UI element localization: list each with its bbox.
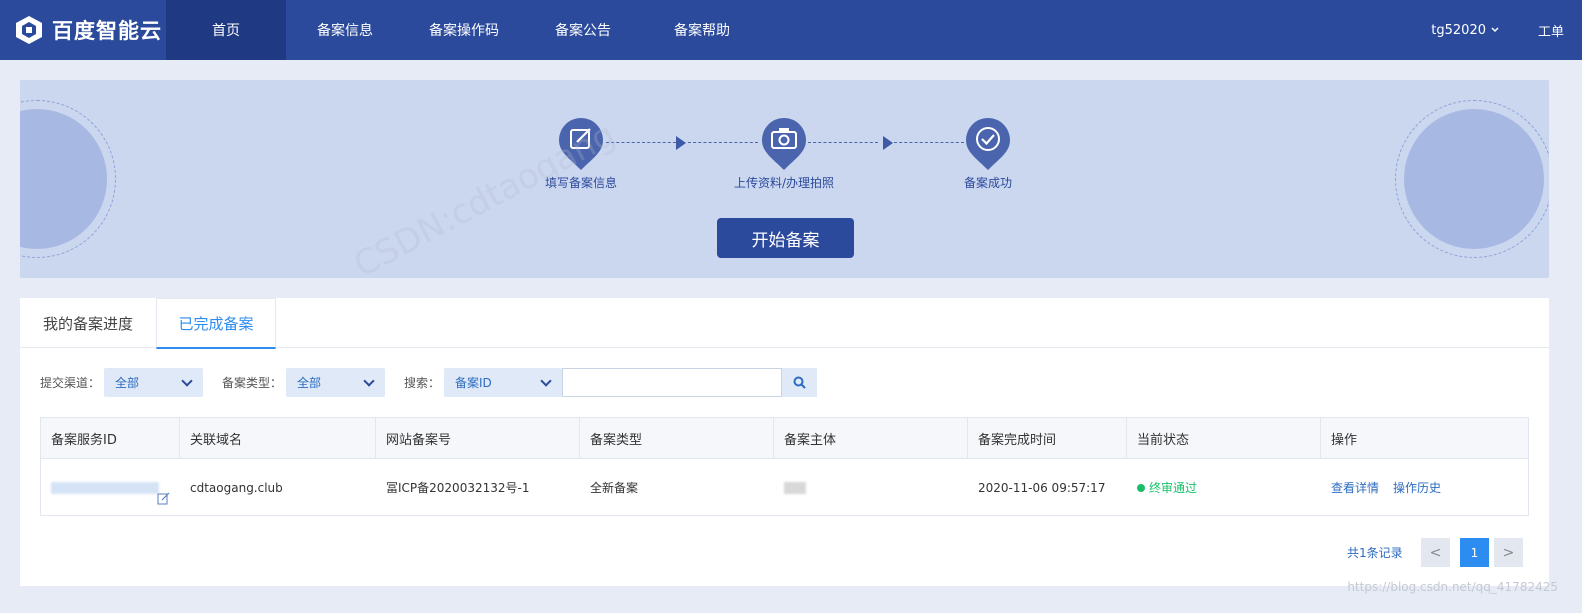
search-label: 搜索：: [404, 376, 441, 390]
cell-icp-number: 冨ICP备2020032132号-1: [386, 481, 530, 495]
filing-banner: 填写备案信息 上传资料/办理拍照 备案成功 开始备案: [20, 80, 1549, 278]
arrow-right-icon: [883, 136, 893, 150]
pager-total: 共1条记录: [1347, 546, 1403, 560]
tab-my-progress[interactable]: 我的备案进度: [20, 298, 156, 348]
cell-status: 终审通过: [1127, 459, 1321, 516]
col-icp-number: 网站备案号: [376, 418, 580, 459]
search-button[interactable]: [782, 368, 817, 397]
cloud-logo-icon: [16, 16, 42, 44]
tab-completed[interactable]: 已完成备案: [156, 298, 276, 349]
check-circle-icon: [966, 118, 1010, 170]
col-finish-time: 备案完成时间: [968, 418, 1127, 459]
history-link[interactable]: 操作历史: [1393, 479, 1441, 496]
step-label: 备案成功: [963, 176, 1012, 190]
table-row: cdtaogang.club 冨ICP备2020032132号-1 全新备案 2…: [41, 459, 1528, 516]
channel-select[interactable]: 全部: [104, 368, 203, 397]
headset-agent-icon: [1404, 109, 1544, 249]
type-select-value: 全部: [297, 376, 322, 390]
subject-redacted: [784, 481, 806, 494]
nav-ticket[interactable]: 工单: [1538, 0, 1564, 60]
step-label: 填写备案信息: [544, 176, 617, 190]
edit-icon[interactable]: [157, 492, 170, 505]
col-domain: 关联域名: [180, 418, 376, 459]
start-filing-button[interactable]: 开始备案: [717, 218, 854, 258]
col-status: 当前状态: [1127, 418, 1321, 459]
search-field-select[interactable]: 备案ID: [444, 368, 562, 397]
step-upload: 上传资料/办理拍照: [724, 116, 844, 191]
step-connector: [808, 142, 878, 143]
col-type: 备案类型: [580, 418, 774, 459]
table-header: 备案服务ID 关联域名 网站备案号 备案类型 备案主体 备案完成时间 当前状态 …: [41, 418, 1528, 459]
cell-subject: [774, 459, 968, 516]
col-actions: 操作: [1331, 433, 1358, 448]
cell-domain: cdtaogang.club: [190, 480, 283, 495]
cell-finish-time: 2020-11-06 09:57:17: [978, 480, 1106, 495]
brand-name: 百度智能云: [52, 19, 162, 43]
source-url-watermark: https://blog.csdn.net/qq_41782425: [1347, 580, 1558, 594]
status-text: 终审通过: [1149, 481, 1198, 495]
document-icon: [20, 109, 107, 249]
channel-select-value: 全部: [115, 376, 140, 390]
brand-logo[interactable]: 百度智能云: [0, 0, 166, 60]
tab-bar: 我的备案进度 已完成备案: [20, 298, 1549, 349]
user-name: tg52020: [1431, 22, 1486, 38]
col-service-id: 备案服务ID: [41, 418, 180, 459]
edit-icon: [559, 118, 603, 170]
pager-prev-button[interactable]: <: [1421, 538, 1450, 567]
camera-icon: [762, 118, 806, 170]
channel-label: 提交渠道：: [40, 376, 101, 390]
search-input[interactable]: [562, 368, 782, 397]
chevron-down-icon: [363, 375, 375, 387]
pager-next-button[interactable]: >: [1494, 538, 1523, 567]
cell-type: 全新备案: [590, 481, 639, 495]
top-nav: 百度智能云 首页 备案信息 备案操作码 备案公告 备案帮助 tg52020 工单: [0, 0, 1582, 60]
document-illustration: [20, 100, 116, 258]
chevron-down-icon: [540, 375, 552, 387]
nav-record-code[interactable]: 备案操作码: [404, 0, 524, 60]
step-connector: [606, 142, 676, 143]
support-illustration: [1395, 100, 1549, 258]
pager-page-button[interactable]: 1: [1460, 538, 1489, 567]
status-dot-icon: [1137, 483, 1145, 492]
step-label: 上传资料/办理拍照: [733, 176, 835, 190]
cell-actions: 查看详情 操作历史: [1321, 459, 1528, 516]
nav-home[interactable]: 首页: [166, 0, 286, 60]
chevron-down-icon: [181, 375, 193, 387]
cell-service-id: [41, 459, 180, 516]
nav-announcement[interactable]: 备案公告: [524, 0, 642, 60]
step-success: 备案成功: [928, 116, 1048, 191]
service-id-redacted: [51, 481, 159, 494]
filing-table: 备案服务ID 关联域名 网站备案号 备案类型 备案主体 备案完成时间 当前状态 …: [40, 417, 1529, 516]
filing-card: 我的备案进度 已完成备案 提交渠道： 全部 备案类型： 全部 搜索： 备案ID …: [20, 298, 1549, 586]
view-details-link[interactable]: 查看详情: [1331, 479, 1379, 496]
user-menu[interactable]: tg52020: [1431, 0, 1500, 60]
nav-help[interactable]: 备案帮助: [642, 0, 762, 60]
col-subject: 备案主体: [774, 418, 968, 459]
chevron-down-icon: [1491, 27, 1499, 33]
search-icon: [793, 376, 806, 389]
step-fill-info: 填写备案信息: [521, 116, 641, 191]
arrow-right-icon: [676, 136, 686, 150]
type-select[interactable]: 全部: [286, 368, 385, 397]
search-field-value: 备案ID: [455, 376, 492, 390]
nav-record-info[interactable]: 备案信息: [286, 0, 404, 60]
type-label: 备案类型：: [222, 376, 283, 390]
